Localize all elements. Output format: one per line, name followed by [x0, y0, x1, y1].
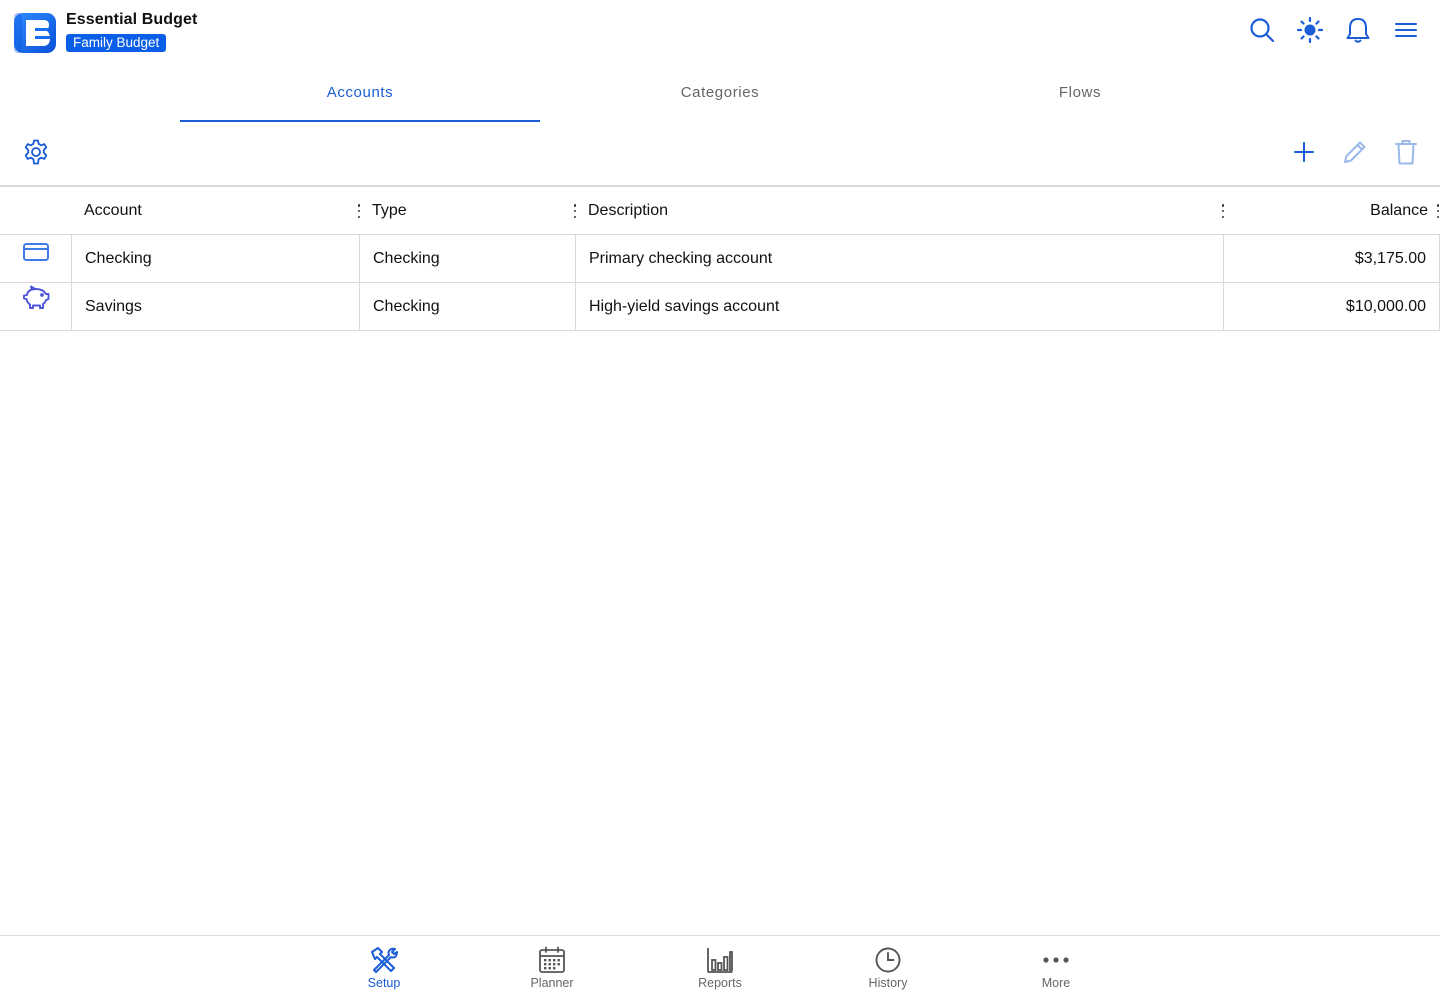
app-header: Essential Budget Family Budget — [0, 0, 1440, 64]
add-account-button[interactable] — [1288, 138, 1320, 170]
header-actions — [1248, 16, 1420, 48]
pencil-icon — [1341, 138, 1369, 171]
account-balance-cell: $10,000.00 — [1224, 283, 1440, 330]
column-header-description[interactable]: Description — [588, 187, 668, 235]
nav-history[interactable]: History — [828, 936, 948, 1000]
column-header-type[interactable]: Type — [372, 187, 407, 235]
row-actions — [1288, 138, 1422, 170]
nav-label: More — [1041, 976, 1071, 990]
edit-account-button[interactable] — [1339, 138, 1371, 170]
nav-reports[interactable]: Reports — [660, 936, 780, 1000]
nav-label: Planner — [530, 976, 574, 990]
table-header: Account Type Description Balance — [0, 187, 1440, 235]
nav-planner[interactable]: Planner — [492, 936, 612, 1000]
accounts-table: Account Type Description Balance Checkin… — [0, 185, 1440, 331]
nav-more[interactable]: More — [996, 936, 1116, 1000]
accounts-toolbar — [0, 130, 1440, 180]
menu-button[interactable] — [1392, 16, 1420, 48]
account-name-cell: Checking — [72, 235, 360, 282]
table-row[interactable]: Checking Checking Primary checking accou… — [0, 235, 1440, 283]
account-description-cell: Primary checking account — [576, 235, 1224, 282]
search-icon — [1249, 17, 1275, 48]
column-menu-type[interactable] — [573, 204, 577, 218]
grid-settings-button[interactable] — [20, 138, 52, 170]
app-logo — [13, 12, 57, 54]
brightness-icon — [1296, 16, 1324, 49]
column-menu-account[interactable] — [357, 204, 361, 218]
section-tabs: Accounts Categories Flows — [180, 64, 1260, 122]
bell-icon — [1345, 16, 1371, 49]
tab-accounts[interactable]: Accounts — [180, 64, 540, 122]
account-icon-cell — [0, 235, 72, 282]
clock-icon — [873, 945, 903, 975]
search-button[interactable] — [1248, 16, 1276, 48]
bar-chart-icon — [705, 945, 735, 975]
theme-toggle-button[interactable] — [1296, 16, 1324, 48]
nav-label: History — [868, 976, 908, 990]
credit-card-icon — [22, 235, 50, 282]
delete-account-button[interactable] — [1390, 138, 1422, 170]
plus-icon — [1293, 141, 1315, 168]
more-dots-icon — [1041, 945, 1071, 975]
piggy-bank-icon — [21, 283, 51, 330]
tools-icon — [369, 945, 399, 975]
nav-label: Reports — [698, 976, 742, 990]
table-row[interactable]: Savings Checking High-yield savings acco… — [0, 283, 1440, 331]
nav-setup[interactable]: Setup — [324, 936, 444, 1000]
column-menu-balance[interactable] — [1436, 204, 1440, 218]
app-title: Essential Budget — [66, 11, 198, 28]
gear-icon — [22, 138, 50, 171]
account-type-cell: Checking — [360, 283, 576, 330]
budget-selector-badge[interactable]: Family Budget — [66, 34, 167, 52]
nav-label: Setup — [367, 976, 401, 990]
menu-icon — [1394, 20, 1418, 45]
column-menu-description[interactable] — [1221, 204, 1225, 218]
notifications-button[interactable] — [1344, 16, 1372, 48]
trash-icon — [1393, 138, 1419, 171]
tab-categories[interactable]: Categories — [540, 64, 900, 122]
calendar-icon — [537, 945, 567, 975]
account-name-cell: Savings — [72, 283, 360, 330]
column-header-balance[interactable]: Balance — [1370, 187, 1428, 235]
account-balance-cell: $3,175.00 — [1224, 235, 1440, 282]
account-type-cell: Checking — [360, 235, 576, 282]
bottom-navigation: Setup Planner Reports History More — [0, 935, 1440, 1000]
tab-flows[interactable]: Flows — [900, 64, 1260, 122]
column-header-account[interactable]: Account — [84, 187, 142, 235]
account-description-cell: High-yield savings account — [576, 283, 1224, 330]
account-icon-cell — [0, 283, 72, 330]
